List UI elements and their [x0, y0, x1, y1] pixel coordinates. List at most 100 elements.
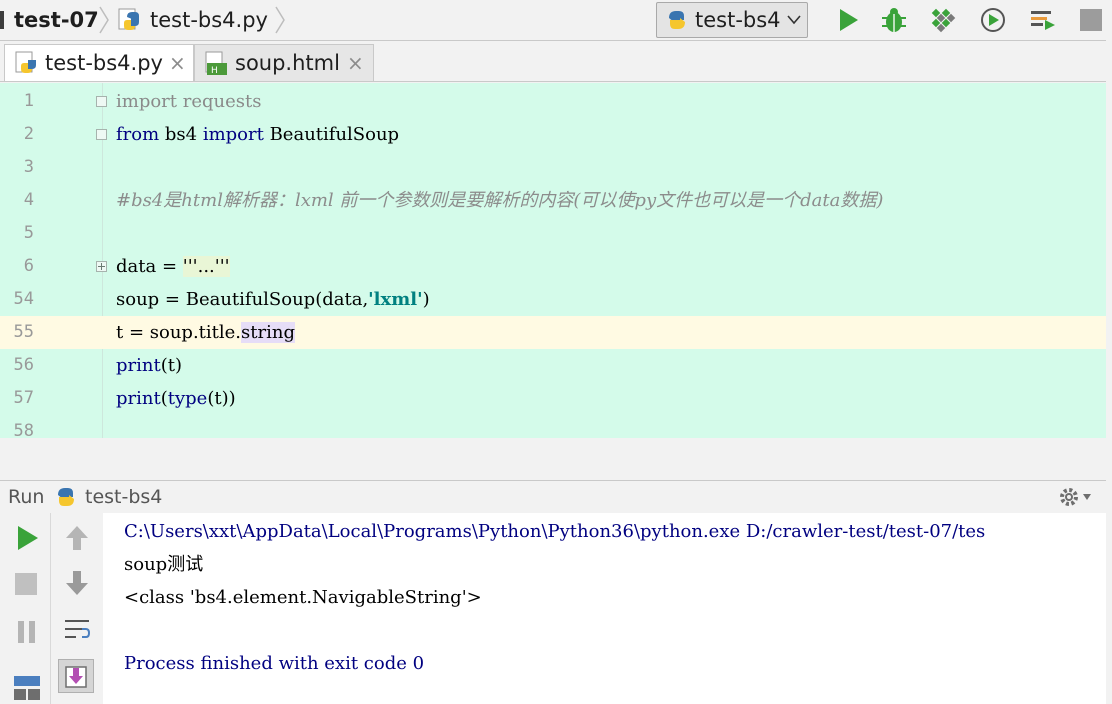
stop-icon[interactable]: [15, 573, 37, 595]
console-output[interactable]: C:\Users\xxt\AppData\Local\Programs\Pyth…: [103, 513, 1106, 704]
code-token: 'lxml': [368, 289, 423, 310]
code-token: #bs4是html解析器：lxml 前一个参数则是要解析的内容(可以使py文件也…: [116, 190, 884, 211]
run-configuration-label: test-bs4: [695, 8, 781, 32]
rerun-icon[interactable]: [12, 523, 42, 553]
code-token: '''...''': [182, 256, 230, 277]
code-line[interactable]: 2 from bs4 import BeautifulSoup: [0, 118, 1106, 151]
code-token: import: [116, 91, 178, 112]
code-token: BeautifulSoup: [263, 124, 400, 145]
code-token: t = soup.title.: [116, 322, 242, 343]
tab-test-bs4[interactable]: test-bs4.py ×: [4, 44, 194, 81]
project-marker: [0, 11, 4, 29]
code-line[interactable]: 5: [0, 217, 1106, 250]
code-text: print(type(t)): [116, 382, 236, 415]
build-icon[interactable]: [1027, 4, 1059, 36]
code-token: string: [241, 322, 295, 343]
code-text: print(t): [116, 349, 182, 382]
run-panel-header: Run test-bs4: [0, 480, 1106, 514]
code-line[interactable]: 3: [0, 151, 1106, 184]
run-panel-config[interactable]: test-bs4: [85, 481, 162, 513]
line-number: 1: [23, 91, 34, 111]
line-number: 2: [23, 124, 34, 144]
fold-collapse-icon[interactable]: [96, 96, 107, 107]
chevron-down-icon: [787, 15, 801, 25]
code-token: from: [116, 124, 160, 145]
fold-expand-icon[interactable]: [96, 261, 107, 272]
line-number: 57: [13, 388, 34, 408]
stop-icon[interactable]: [1080, 9, 1102, 31]
code-text: t = soup.title.string: [116, 316, 295, 349]
code-token: import: [202, 124, 264, 145]
code-text: soup = BeautifulSoup(data,'lxml'): [116, 283, 430, 316]
close-icon[interactable]: ×: [169, 51, 186, 75]
console-line: Process finished with exit code 0: [124, 653, 425, 674]
python-file-icon: [15, 51, 36, 73]
pause-icon[interactable]: [12, 617, 42, 647]
code-line[interactable]: 6 data = '''...''': [0, 250, 1106, 283]
code-line[interactable]: 57 print(type(t)): [0, 382, 1106, 415]
code-text: #bs4是html解析器：lxml 前一个参数则是要解析的内容(可以使py文件也…: [116, 184, 883, 217]
code-token: soup = BeautifulSoup(data,: [116, 289, 369, 310]
code-line[interactable]: 56 print(t): [0, 349, 1106, 382]
code-token: print: [116, 388, 161, 409]
console-line: <class 'bs4.element.NavigableString'>: [124, 587, 482, 608]
debug-icon[interactable]: [878, 4, 910, 36]
code-line[interactable]: 4 #bs4是html解析器：lxml 前一个参数则是要解析的内容(可以使py文件…: [0, 184, 1106, 217]
line-number: 54: [13, 289, 34, 309]
line-number: 56: [13, 355, 34, 375]
line-number: 55: [13, 322, 34, 342]
python-icon: [669, 11, 685, 29]
coverage-icon[interactable]: [927, 4, 959, 36]
tab-soup-html[interactable]: H soup.html ×: [194, 44, 374, 81]
line-number: 6: [23, 256, 34, 276]
scroll-to-end-button[interactable]: [58, 659, 94, 693]
tab-label: soup.html: [235, 51, 340, 75]
code-token: type: [167, 388, 208, 409]
code-line[interactable]: 55 t = soup.title.string: [0, 316, 1106, 349]
editor-tab-bar: test-bs4.py × H soup.html ×: [0, 41, 1112, 82]
arrow-up-icon[interactable]: [62, 523, 92, 553]
svg-text:H: H: [211, 66, 218, 76]
run-configuration-dropdown[interactable]: test-bs4: [656, 2, 808, 38]
code-token: (: [160, 388, 168, 409]
code-token: data =: [116, 256, 183, 277]
line-number: 4: [23, 190, 34, 210]
code-token: requests: [177, 91, 262, 112]
code-token: (t)): [207, 388, 236, 409]
code-line[interactable]: 1 import requests: [0, 85, 1106, 118]
html-file-icon: H: [205, 51, 227, 76]
python-file-icon: [118, 8, 139, 30]
tab-label: test-bs4.py: [45, 51, 163, 75]
python-icon: [58, 488, 74, 506]
code-text: data = '''...''': [116, 250, 230, 283]
fold-collapse-icon[interactable]: [96, 129, 107, 140]
code-editor[interactable]: 1 import requests 2 from bs4 import Beautif…: [0, 83, 1106, 441]
run-toolbar-right: [51, 513, 103, 704]
run-icon[interactable]: [832, 4, 864, 36]
profile-icon[interactable]: [977, 4, 1009, 36]
line-number: 5: [23, 223, 34, 243]
navigation-bar: test-07 test-bs4.py test-bs4: [0, 0, 1112, 41]
layout-icon[interactable]: [12, 673, 42, 703]
run-toolbar-left: [0, 513, 51, 704]
arrow-down-icon[interactable]: [62, 568, 92, 598]
code-text: import requests: [116, 85, 262, 118]
scroll-to-end-icon: [65, 666, 87, 688]
run-panel-title: Run: [8, 486, 45, 508]
breadcrumb-project[interactable]: test-07: [14, 0, 99, 40]
breadcrumb-chevron-icon: [275, 6, 285, 34]
close-icon[interactable]: ×: [347, 51, 364, 75]
code-token: ): [422, 289, 430, 310]
gear-icon[interactable]: [1058, 486, 1080, 508]
soft-wrap-icon[interactable]: [62, 615, 92, 645]
code-token: (t): [160, 355, 182, 376]
breadcrumb-chevron-icon: [99, 6, 109, 34]
console-line: C:\Users\xxt\AppData\Local\Programs\Pyth…: [124, 521, 986, 542]
code-line[interactable]: 54 soup = BeautifulSoup(data,'lxml'): [0, 283, 1106, 316]
chevron-down-icon[interactable]: [1083, 494, 1091, 500]
right-edge-strip: [1106, 0, 1112, 704]
breadcrumb-file[interactable]: test-bs4.py: [150, 0, 268, 40]
code-token: bs4: [159, 124, 203, 145]
line-number: 3: [23, 157, 34, 177]
code-text: from bs4 import BeautifulSoup: [116, 118, 399, 151]
